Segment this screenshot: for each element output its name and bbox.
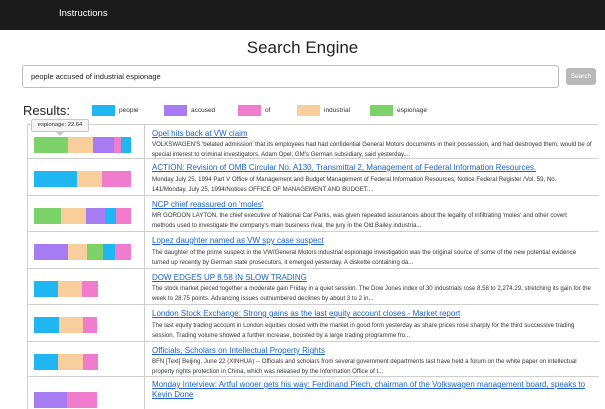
result-title-link[interactable]: Lopez daughter named as VW spy case susp… (152, 236, 592, 246)
top-nav-bar: Instructions (0, 0, 605, 30)
result-title-link[interactable]: Opel hits back at VW claim (152, 129, 592, 139)
legend-label-accused: accused (191, 107, 216, 114)
result-row: Monday Interview: Artful wooer gets his … (28, 377, 599, 409)
result-title-link[interactable]: Officials, Scholars on Intellectual Prop… (152, 346, 592, 356)
result-row: ACTION: Revision of OMB Circular No. A13… (28, 159, 599, 196)
result-row: DOW EDGES UP 8.58 IN SLOW TRADING The st… (28, 269, 599, 305)
bar-segment-accused (34, 392, 67, 408)
bar-segment-people (105, 208, 116, 224)
bar-segment-of (114, 137, 121, 153)
result-row: Lopez daughter named as VW spy case susp… (28, 232, 599, 269)
results-label: Results: (23, 103, 70, 118)
bar-segment-of (102, 171, 131, 187)
result-row: espionage: 22.64 Opel hits back at VW cl… (28, 119, 599, 159)
legend-swatch-people (92, 105, 115, 116)
bar-segment-people (34, 171, 77, 187)
search-button[interactable]: Search (566, 68, 596, 85)
bar-segment-espionage (34, 208, 61, 224)
bar-segment-industrial (68, 244, 87, 260)
bar-segment-accused (86, 208, 105, 224)
result-row: NCP chief reassured on 'moles' MR GORDON… (28, 196, 599, 232)
result-row: London Stock Exchange: Strong gains as t… (28, 305, 599, 342)
result-title-link[interactable]: NCP chief reassured on 'moles' (152, 200, 592, 210)
bar-segment-people (34, 281, 58, 297)
result-row: Officials, Scholars on Intellectual Prop… (28, 342, 599, 377)
page-title: Search Engine (246, 38, 359, 57)
bar-segment-industrial (77, 171, 102, 187)
bar-segment-industrial (58, 354, 83, 370)
legend-label-of: of (265, 107, 271, 114)
bar-segment-people (121, 137, 131, 153)
term-score-bar (34, 208, 131, 224)
bar-segment-accused (93, 137, 114, 153)
legend-label-people: people (119, 107, 139, 114)
result-snippet: VOLKSWAGEN'S 'belated admission' that it… (152, 141, 592, 158)
term-score-bar (34, 354, 98, 370)
bar-segment-of (67, 392, 97, 408)
legend-label-espionage: espionage (397, 107, 427, 114)
bar-segment-of (82, 281, 98, 297)
bar-segment-people (34, 354, 58, 370)
result-snippet: MR GORDON LAYTON, the chief executive of… (152, 212, 567, 229)
bar-segment-of (83, 317, 97, 333)
search-input[interactable] (22, 65, 559, 88)
legend-label-industrial: industrial (324, 107, 351, 114)
bar-segment-industrial (58, 281, 82, 297)
result-snippet: BFN [Text] Beijing, June 22 (XINHUA) -- … (152, 358, 577, 375)
bar-segment-industrial (68, 137, 93, 153)
term-score-bar (34, 244, 131, 260)
legend-swatch-industrial (297, 105, 320, 116)
result-title-link[interactable]: London Stock Exchange: Strong gains as t… (152, 309, 592, 319)
result-snippet: The last equity trading account in Londo… (152, 322, 575, 339)
bar-segment-industrial (61, 208, 86, 224)
bar-segment-people (103, 244, 115, 260)
bar-segment-of (83, 354, 98, 370)
term-score-bar (34, 137, 131, 153)
legend-swatch-accused (164, 105, 187, 116)
bar-segment-accused (34, 244, 68, 260)
result-snippet: The daughter of the prime suspect in the… (152, 249, 577, 266)
bar-segment-of (116, 208, 131, 224)
score-tooltip: espionage: 22.64 (31, 119, 89, 136)
result-snippet: Monday July 25, 1994 Part V Office of Ma… (152, 176, 557, 193)
bar-segment-industrial (59, 317, 83, 333)
result-title-link[interactable]: DOW EDGES UP 8.58 IN SLOW TRADING (152, 273, 592, 283)
legend-swatch-espionage (370, 105, 393, 116)
bar-segment-espionage (34, 137, 68, 153)
term-score-bar (34, 392, 97, 408)
result-snippet: The stock market pieced together a moder… (152, 285, 591, 302)
term-score-bar (34, 171, 131, 187)
result-title-link[interactable]: Monday Interview: Artful wooer gets his … (152, 380, 592, 400)
result-title-link[interactable]: ACTION: Revision of OMB Circular No. A13… (152, 163, 592, 173)
term-score-bar (34, 281, 98, 297)
instructions-link[interactable]: Instructions (59, 8, 108, 19)
term-score-bar (34, 317, 97, 333)
bar-segment-of (115, 244, 131, 260)
results-table: espionage: 22.64 Opel hits back at VW cl… (27, 119, 599, 409)
legend-swatch-of (238, 105, 261, 116)
bar-segment-espionage (87, 244, 103, 260)
bar-segment-people (34, 317, 59, 333)
